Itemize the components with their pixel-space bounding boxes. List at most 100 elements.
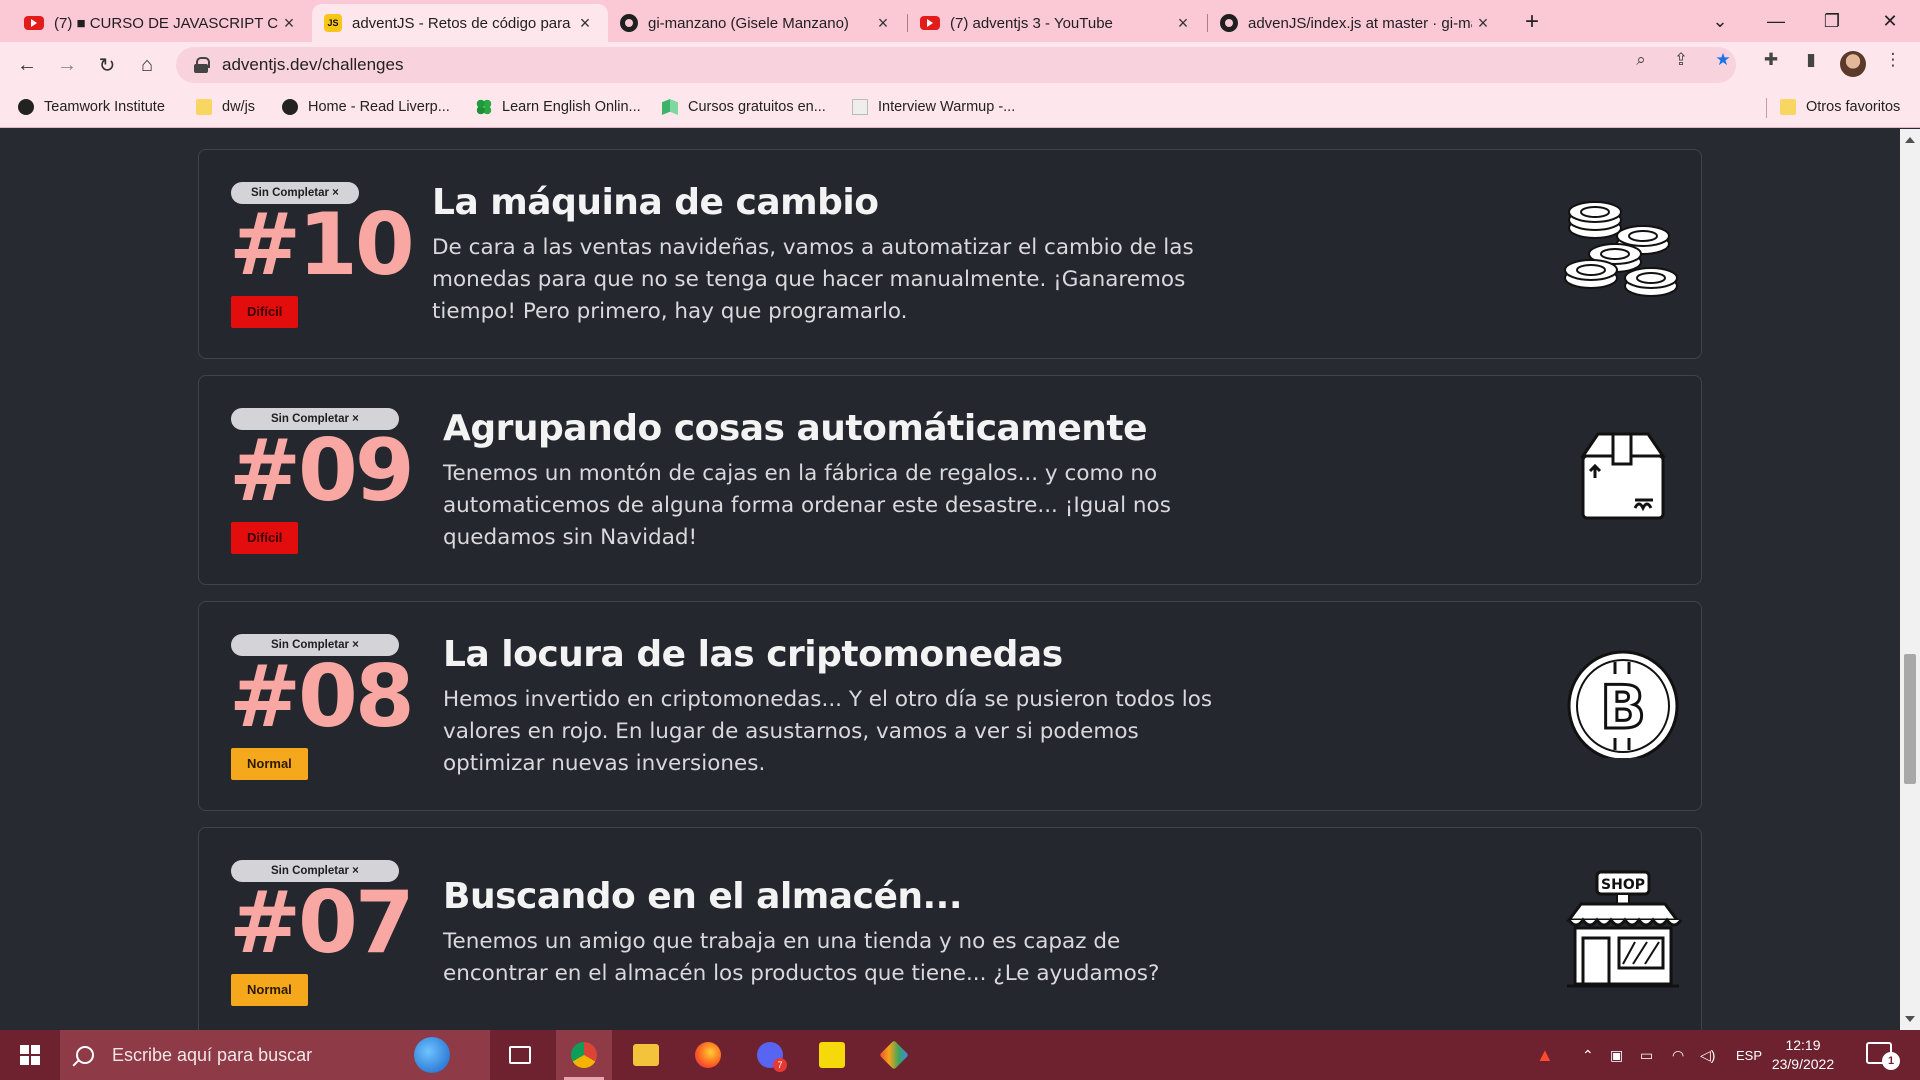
notification-center-icon[interactable]: 1 <box>1866 1042 1900 1070</box>
forward-arrow-icon[interactable]: → <box>52 50 82 80</box>
tab-title: (7) ■ CURSO DE JAVASCRIPT COMPLETO <box>54 14 278 32</box>
bookmark-cursos[interactable]: Cursos gratuitos en... <box>662 99 826 115</box>
home-icon[interactable]: ⌂ <box>132 50 162 80</box>
close-tab-icon[interactable]: × <box>574 13 596 34</box>
close-tab-icon[interactable]: × <box>1472 13 1494 34</box>
restore-button[interactable]: ❐ <box>1804 0 1860 42</box>
challenge-card[interactable]: Sin Completar × #07 Normal Buscando en e… <box>198 827 1702 1030</box>
scroll-down-arrow-icon[interactable] <box>1905 1016 1915 1022</box>
difficulty-badge: Difícil <box>231 522 299 554</box>
network-monitor-icon[interactable]: ▣ <box>1610 1030 1623 1080</box>
start-button[interactable] <box>0 1030 60 1080</box>
coins-icon <box>1564 201 1678 297</box>
bookmark-label: Teamwork Institute <box>44 99 165 115</box>
reload-icon[interactable]: ↻ <box>92 50 122 80</box>
close-tab-icon[interactable]: × <box>278 13 300 34</box>
challenge-description: Hemos invertido en criptomonedas... Y el… <box>443 687 1213 776</box>
youtube-icon <box>920 16 940 30</box>
bitcoin-icon: B <box>1567 650 1679 758</box>
scroll-up-arrow-icon[interactable] <box>1905 137 1915 143</box>
adobe-tray-icon[interactable]: ▲ <box>1536 1030 1554 1080</box>
bookmark-label: Interview Warmup -... <box>878 99 1016 115</box>
url-text: adventjs.dev/challenges <box>222 55 404 74</box>
challenge-title[interactable]: Buscando en el almacén... <box>443 876 963 917</box>
taskbar-search[interactable]: Escribe aquí para buscar <box>60 1030 490 1080</box>
challenge-card[interactable]: Sin Completar × #10 Difícil La máquina d… <box>198 149 1702 359</box>
address-bar[interactable]: adventjs.dev/challenges <box>176 47 1736 83</box>
tab-title: advenJS/index.js at master · gi-manzano <box>1248 14 1472 32</box>
volume-icon[interactable]: ◁) <box>1700 1030 1715 1080</box>
zoom-icon[interactable]: ⌕ <box>1630 50 1652 72</box>
challenge-title[interactable]: La locura de las criptomonedas <box>443 634 1063 675</box>
lock-icon[interactable] <box>194 57 210 73</box>
minimize-button[interactable]: — <box>1748 0 1804 42</box>
box-icon <box>1580 432 1666 520</box>
extensions-puzzle-icon[interactable]: ✚ <box>1760 50 1782 72</box>
js-icon: JS <box>324 14 342 32</box>
bookmark-label: Cursos gratuitos en... <box>688 99 826 115</box>
taskbar-clock[interactable]: 12:19 23/9/2022 <box>1766 1036 1840 1074</box>
difficulty-badge: Normal <box>231 974 308 1006</box>
tab-youtube-adventjs[interactable]: (7) adventjs 3 - YouTube × <box>908 4 1206 42</box>
new-tab-button[interactable]: + <box>1518 8 1546 36</box>
bookmark-interview[interactable]: Interview Warmup -... <box>852 99 1015 115</box>
github-icon <box>1220 14 1238 32</box>
challenge-title[interactable]: La máquina de cambio <box>432 182 879 223</box>
challenge-number: #08 <box>229 647 415 747</box>
folder-icon <box>196 99 212 115</box>
tab-curso-javascript[interactable]: (7) ■ CURSO DE JAVASCRIPT COMPLETO × <box>12 4 312 42</box>
youtube-icon <box>24 16 44 30</box>
tab-github-index[interactable]: advenJS/index.js at master · gi-manzano … <box>1208 4 1506 42</box>
bookmark-learn-english[interactable]: Learn English Onlin... <box>476 99 641 115</box>
battery-icon[interactable]: ▭ <box>1640 1030 1653 1080</box>
bookmark-star-icon[interactable]: ★ <box>1712 50 1734 72</box>
wifi-icon[interactable]: ◠ <box>1672 1030 1684 1080</box>
chrome-taskbar-icon[interactable] <box>556 1030 612 1080</box>
challenge-card[interactable]: Sin Completar × #08 Normal La locura de … <box>198 601 1702 811</box>
close-tab-icon[interactable]: × <box>872 13 894 34</box>
doc-icon <box>852 99 868 115</box>
tab-github-profile[interactable]: gi-manzano (Gisele Manzano) × <box>608 4 906 42</box>
tab-search-icon[interactable]: ⌄ <box>1692 0 1748 42</box>
menu-kebab-icon[interactable]: ⋮ <box>1882 50 1904 72</box>
bookmark-label: Learn English Onlin... <box>502 99 641 115</box>
task-view-icon[interactable] <box>492 1030 548 1080</box>
side-panel-icon[interactable]: ▮ <box>1800 50 1822 72</box>
firefox-icon[interactable] <box>680 1030 736 1080</box>
bookmark-liverpool[interactable]: Home - Read Liverp... <box>282 99 450 115</box>
tab-title: (7) adventjs 3 - YouTube <box>950 14 1113 32</box>
windows-taskbar: Escribe aquí para buscar 7 ▲ ⌃ ▣ ▭ ◠ ◁) … <box>0 1030 1920 1080</box>
shop-icon: SHOP <box>1566 870 1683 988</box>
file-explorer-icon[interactable] <box>618 1030 674 1080</box>
bookmark-dwjs[interactable]: dw/js <box>196 99 255 115</box>
back-arrow-icon[interactable]: ← <box>12 50 42 80</box>
page-scrollbar[interactable] <box>1900 129 1920 1030</box>
github-icon <box>620 14 638 32</box>
shop-sign-text: SHOP <box>1601 877 1645 893</box>
show-hidden-icons-chevron-icon[interactable]: ⌃ <box>1582 1030 1594 1080</box>
bookmark-teamwork[interactable]: Teamwork Institute <box>18 99 165 115</box>
dots-icon <box>476 99 492 115</box>
close-window-button[interactable]: ✕ <box>1862 0 1918 42</box>
discord-icon[interactable]: 7 <box>742 1030 798 1080</box>
challenge-title[interactable]: Agrupando cosas automáticamente <box>443 408 1148 449</box>
clock-time: 12:19 <box>1785 1037 1821 1053</box>
git-icon[interactable] <box>866 1030 922 1080</box>
challenge-description: De cara a las ventas navideñas, vamos a … <box>432 235 1194 324</box>
sticky-notes-icon[interactable] <box>804 1030 860 1080</box>
scrollbar-thumb[interactable] <box>1904 654 1916 784</box>
language-indicator[interactable]: ESP <box>1736 1030 1762 1080</box>
tab-title: adventJS - Retos de código para <box>352 14 571 32</box>
profile-avatar[interactable] <box>1840 51 1866 77</box>
bookmark-label: dw/js <box>222 99 256 115</box>
svg-text:B: B <box>1600 673 1646 743</box>
bookmark-otros-favoritos[interactable]: Otros favoritos <box>1780 99 1900 115</box>
tab-adventjs[interactable]: JS adventJS - Retos de código para × <box>312 4 608 42</box>
share-icon[interactable]: ⇪ <box>1670 50 1692 72</box>
bookmark-separator <box>1766 98 1767 118</box>
tab-title: gi-manzano (Gisele Manzano) <box>648 14 849 32</box>
challenge-number: #07 <box>229 873 415 973</box>
close-tab-icon[interactable]: × <box>1172 13 1194 34</box>
clock-date: 23/9/2022 <box>1771 1056 1835 1072</box>
challenge-card[interactable]: Sin Completar × #09 Difícil Agrupando co… <box>198 375 1702 585</box>
